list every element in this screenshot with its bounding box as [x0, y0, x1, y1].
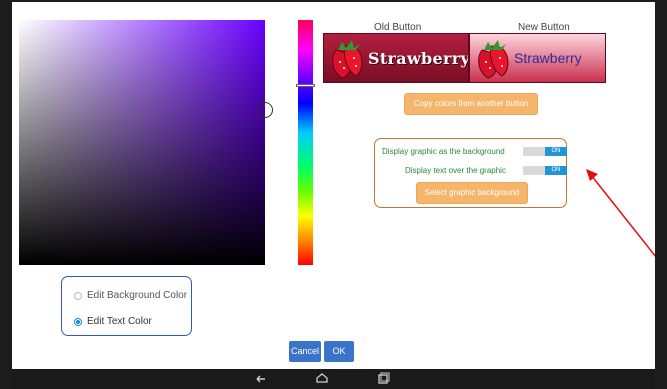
- back-icon[interactable]: [254, 372, 268, 386]
- ok-button[interactable]: OK: [324, 341, 354, 362]
- system-nav-bar: [12, 369, 655, 389]
- home-icon[interactable]: [315, 372, 329, 386]
- annotation-arrow-icon: [586, 169, 661, 263]
- cancel-button[interactable]: Cancel: [289, 341, 321, 362]
- recents-icon[interactable]: [376, 372, 390, 386]
